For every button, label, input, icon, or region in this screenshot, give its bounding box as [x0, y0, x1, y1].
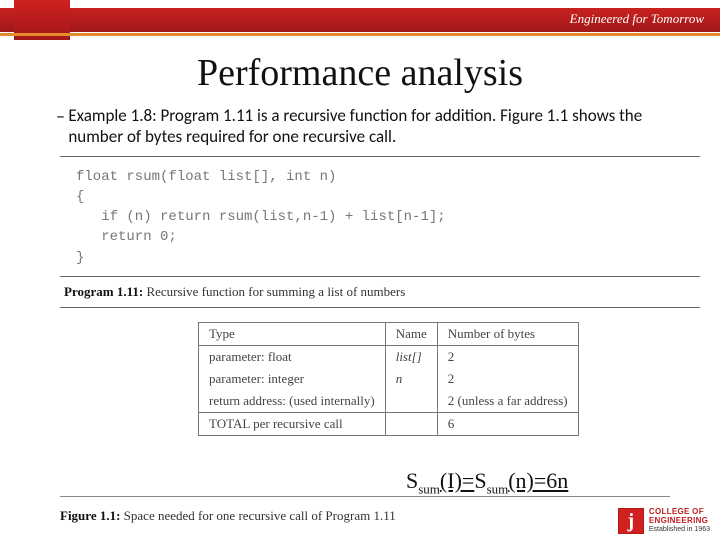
figure-caption-num: Figure 1.1:	[60, 508, 120, 523]
table-header-row: Type Name Number of bytes	[199, 322, 579, 345]
figure-rule	[60, 496, 670, 497]
tagline-text: Engineered for Tomorrow	[570, 11, 704, 27]
program-figure: float rsum(float list[], int n) { if (n)…	[60, 156, 700, 436]
th-name: Name	[385, 322, 437, 345]
table-row-total: TOTAL per recursive call 6	[199, 412, 579, 435]
bullet-text: Example 1.8: Program 1.11 is a recursive…	[68, 105, 690, 148]
bytes-table-wrap: Type Name Number of bytes parameter: flo…	[198, 322, 700, 436]
bytes-table: Type Name Number of bytes parameter: flo…	[198, 322, 579, 436]
figure-caption-text: Space needed for one recursive call of P…	[120, 508, 395, 523]
code-block: float rsum(float list[], int n) { if (n)…	[60, 157, 700, 276]
program-caption-num: Program 1.11:	[64, 284, 143, 299]
logo-text: COLLEGE OF ENGINEERING Established in 19…	[649, 508, 710, 533]
table-row: parameter: float list[] 2	[199, 345, 579, 368]
program-caption: Program 1.11: Recursive function for sum…	[60, 277, 700, 307]
logo-line3: Established in 1963	[649, 526, 710, 534]
rule-bottom	[60, 307, 700, 308]
figure-caption: Figure 1.1: Space needed for one recursi…	[60, 508, 396, 524]
th-type: Type	[199, 322, 386, 345]
logo-line2: ENGINEERING	[649, 517, 710, 526]
footer-logo: j COLLEGE OF ENGINEERING Established in …	[618, 508, 710, 534]
table-row: return address: (used internally) 2 (unl…	[199, 390, 579, 413]
table-row: parameter: integer n 2	[199, 368, 579, 390]
th-bytes: Number of bytes	[437, 322, 578, 345]
space-formula: Ssum(I)=Ssum(n)=6n	[406, 468, 568, 497]
bullet-dash: –	[56, 105, 68, 127]
header-divider	[0, 33, 720, 36]
slide-content: Performance analysis – Example 1.8: Prog…	[0, 45, 720, 436]
program-caption-text: Recursive function for summing a list of…	[143, 284, 405, 299]
logo-icon: j	[618, 508, 644, 534]
bullet-item: – Example 1.8: Program 1.11 is a recursi…	[56, 105, 690, 148]
slide-title: Performance analysis	[30, 51, 690, 95]
